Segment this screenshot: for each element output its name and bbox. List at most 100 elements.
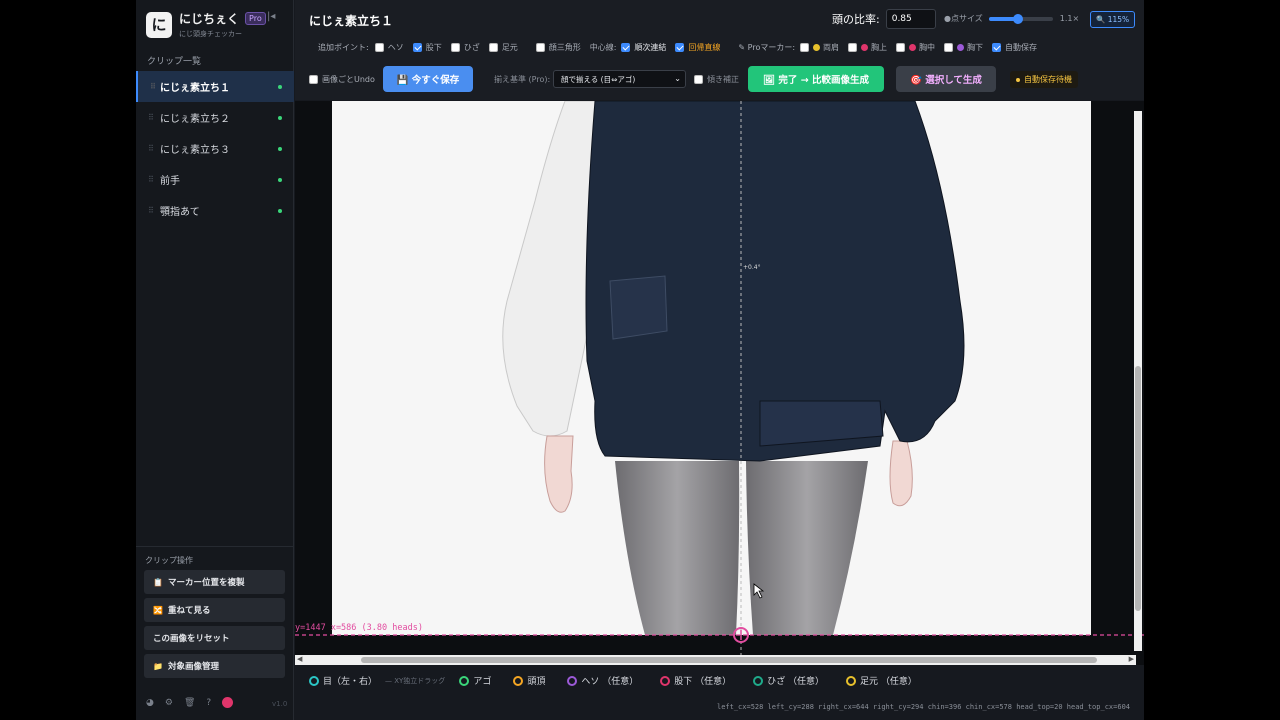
checkbox-chest-top[interactable]: 胸上 [848,42,887,53]
legend-label: ヘソ （任意） [581,677,639,687]
checkbox-box[interactable] [450,43,460,52]
checkbox-box[interactable] [944,43,954,52]
color-dot-icon [909,44,917,51]
clip-label: にじぇ素立ち３ [160,145,230,156]
manage-images-button[interactable]: 📁 対象画像管理 [144,654,285,678]
scrollbar-thumb[interactable] [1135,366,1141,611]
image-canvas[interactable]: y=1447 x=586 (3.80 heads) +0.4° ◀ ▶ [295,101,1144,665]
center-line-label: 中心線: [589,43,617,52]
action-row: 画像ごとUndo 💾 今すぐ保存 揃え基準 (Pro): 顔で揃える (目⇔アゴ… [309,66,1144,92]
save-now-button[interactable]: 💾 今すぐ保存 [383,66,473,92]
ring-icon [513,675,524,686]
head-ratio-input[interactable] [885,9,936,29]
user-icon[interactable]: ◕ [146,698,154,708]
checkbox-label: ひざ [463,43,480,52]
collapse-sidebar-icon[interactable]: |◂ [267,11,275,22]
checkbox-label: 胸中 [919,43,936,52]
checkbox-regression[interactable]: 回帰直線 [675,42,720,53]
status-dot [278,115,282,120]
drag-handle-icon[interactable]: ⠿ [148,144,154,153]
record-icon[interactable] [222,697,234,708]
legend-label: 目（左・右） [323,677,378,687]
point-size-slider[interactable] [988,13,1053,24]
scroll-right-arrow-icon[interactable]: ▶ [1129,655,1134,663]
checkbox-navel[interactable]: ヘソ [374,42,404,53]
checkbox-sequential[interactable]: 順次連結 [621,42,666,53]
status-dot [1016,77,1020,82]
drag-handle-icon[interactable]: ⠿ [148,206,154,215]
drag-handle-icon[interactable]: ⠿ [148,175,154,184]
color-dot-icon [957,44,965,51]
checkbox-box[interactable] [309,75,318,84]
checkbox-box[interactable] [621,43,631,52]
checkbox-shoulders[interactable]: 両肩 [800,42,839,53]
clip-ops-title: クリップ操作 [145,556,193,565]
folder-icon: 📁 [153,661,163,671]
clip-item[interactable]: ⠿ 顎指あて [136,195,294,226]
checkbox-box[interactable] [800,43,810,52]
checkbox-label: 画像ごとUndo [322,75,375,84]
clip-label: にじぇ素立ち２ [160,114,230,125]
ring-icon [845,675,856,686]
done-generate-button[interactable]: 🖼 完了 → 比較画像生成 [748,66,884,92]
checkbox-autosave[interactable]: 自動保存 [992,42,1037,53]
vertical-scrollbar[interactable] [1134,111,1142,651]
clip-list-title: クリップ一覧 [147,57,202,67]
clip-item[interactable]: ⠿ にじぇ素立ち３ [136,133,294,164]
color-dot-icon [861,44,869,51]
trash-icon[interactable]: 🗑 [184,698,195,708]
checkbox-crotch[interactable]: 股下 [412,42,442,53]
checkbox-box[interactable] [535,43,545,52]
button-label: この画像をリセット [153,634,230,644]
duplicate-markers-button[interactable]: 📋 マーカー位置を複製 [144,570,285,594]
legend-chin: アゴ [459,674,491,687]
legend-crotch: 股下 （任意） [660,674,731,687]
checkbox-label: 傾き補正 [707,75,739,84]
checkbox-box[interactable] [412,43,422,52]
overlay-view-button[interactable]: 🔀 重ねて見る [144,598,285,622]
checkbox-chest-mid[interactable]: 胸中 [896,42,935,53]
zoom-button[interactable]: 🔍 115% [1090,11,1136,28]
status-dot [278,146,282,151]
horizontal-scrollbar[interactable]: ◀ ▶ [295,655,1136,665]
status-dot [278,177,282,182]
clip-item[interactable]: ⠿ 前手 [136,164,294,195]
scroll-left-arrow-icon[interactable]: ◀ [297,655,302,663]
drag-handle-icon[interactable]: ⠿ [150,82,156,91]
slider-knob[interactable] [1012,13,1023,24]
canvas-illustration [295,101,1144,661]
clip-item[interactable]: ⠿ にじぇ素立ち２ [136,102,294,133]
checkbox-label: 回帰直線 [688,43,721,52]
checkbox-knee[interactable]: ひざ [450,42,480,53]
legend-navel: ヘソ （任意） [567,674,638,687]
autosave-status: 自動保存待機 [1010,71,1078,88]
checkbox-label: 股下 [425,43,442,52]
checkbox-label: 両肩 [823,43,840,52]
checkbox-box[interactable] [374,43,384,52]
checkbox-chest-bottom[interactable]: 胸下 [944,42,983,53]
checkbox-box[interactable] [848,43,858,52]
checkbox-box[interactable] [896,43,906,52]
checkbox-box[interactable] [675,43,685,52]
drag-handle-icon[interactable]: ⠿ [148,113,154,122]
checkbox-foot[interactable]: 足元 [488,42,518,53]
gear-icon[interactable]: ⚙ [165,698,173,708]
checkbox-label: ヘソ [387,43,404,52]
select-generate-button[interactable]: 🎯 選択して生成 [896,66,996,92]
toolbar: にじぇ素立ち１ 頭の比率: ●点サイズ 1.1× 🔍 115% 追加ポイント: … [295,0,1144,100]
checkbox-box[interactable] [694,75,703,84]
eye-drag-note: — XY独立ドラッグ [385,676,446,685]
reset-image-button[interactable]: この画像をリセット [144,626,285,650]
align-select[interactable]: 顔で揃える (目⇔アゴ) ⌄ [553,70,686,88]
help-icon[interactable]: ? [206,698,211,708]
checkbox-undo-per-image[interactable]: 画像ごとUndo [309,74,375,85]
clip-label: にじぇ素立ち１ [160,83,230,94]
checkbox-box[interactable] [992,43,1002,52]
legend-label: 頭頂 [527,677,546,687]
scrollbar-thumb[interactable] [361,657,1097,663]
clip-label: 顎指あて [160,207,200,218]
checkbox-box[interactable] [488,43,498,52]
checkbox-tilt-correction[interactable]: 傾き補正 [694,74,739,85]
clip-item[interactable]: ⠿ にじぇ素立ち１ [136,71,294,102]
checkbox-face-triangle[interactable]: 顔三角形 [535,42,581,53]
